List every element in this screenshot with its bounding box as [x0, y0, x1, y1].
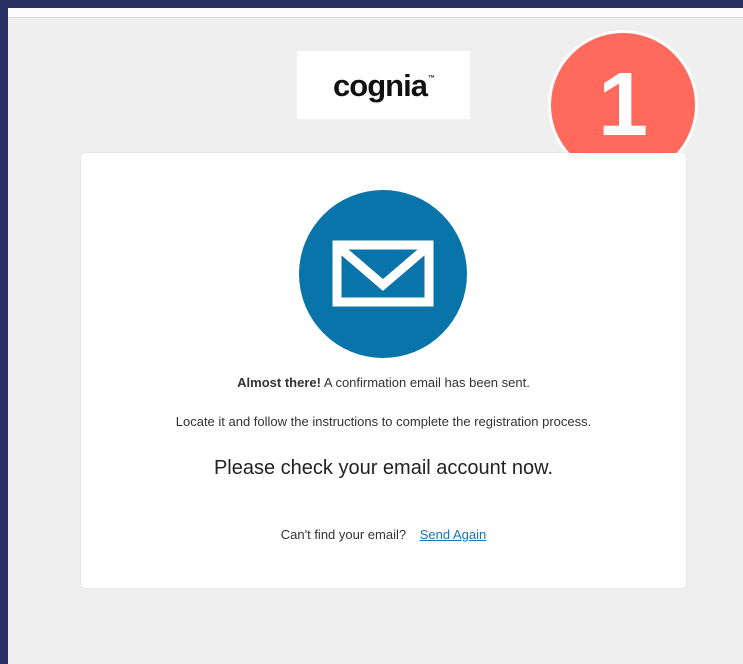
envelope-icon	[299, 190, 467, 358]
cant-find-email-text: Can't find your email?	[280, 527, 407, 542]
badge-number: 1	[597, 55, 649, 155]
logo-wordmark: cognia ™	[333, 67, 435, 103]
top-strip	[8, 8, 743, 18]
resend-row: Can't find your email? Send Again	[81, 527, 686, 542]
logo-trademark: ™	[427, 74, 435, 82]
browser-window: cognia ™ 1 Almost there! A confirmation …	[8, 8, 743, 664]
confirmation-card: Almost there! A confirmation email has b…	[81, 153, 686, 588]
logo-text: cognia	[333, 67, 428, 103]
check-email-headline: Please check your email account now.	[213, 457, 554, 479]
email-sent-text: A confirmation email has been sent.	[323, 375, 530, 390]
almost-there-text: Almost there!	[237, 375, 321, 390]
cognia-logo: cognia ™	[297, 51, 470, 119]
send-again-link[interactable]: Send Again	[420, 527, 487, 542]
registration-instructions: Locate it and follow the instructions to…	[175, 414, 592, 429]
confirmation-message: Almost there! A confirmation email has b…	[81, 375, 686, 390]
